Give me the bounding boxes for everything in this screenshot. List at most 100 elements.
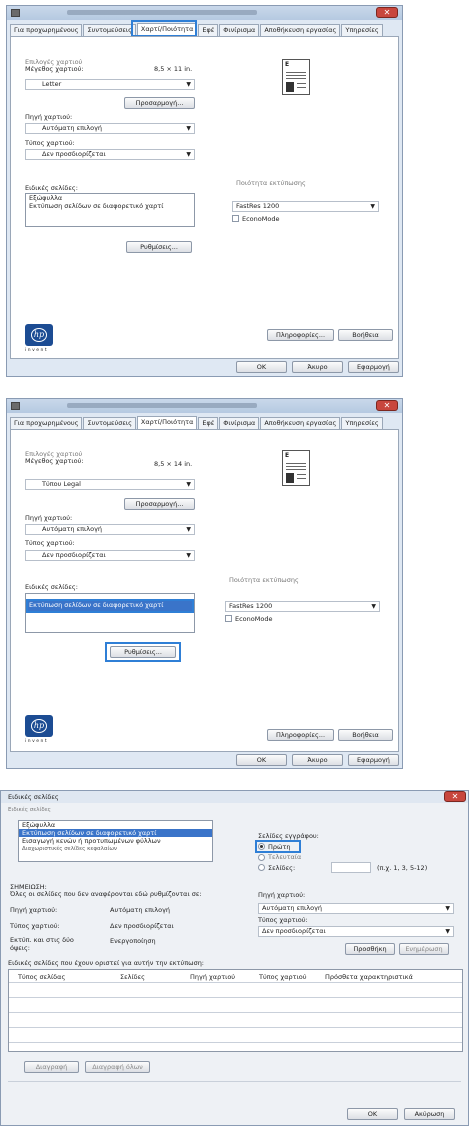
tab-job-storage[interactable]: Αποθήκευση εργασίας bbox=[260, 417, 341, 429]
paper-size-select[interactable]: Letter ▼ bbox=[25, 79, 195, 90]
tab-effects[interactable]: Εφέ bbox=[198, 24, 219, 36]
tab-effects[interactable]: Εφέ bbox=[198, 417, 219, 429]
chevron-down-icon: ▼ bbox=[370, 203, 375, 210]
tab-paper-quality[interactable]: Χαρτί/Ποιότητα bbox=[136, 416, 198, 429]
paper-type-label: Τύπος χαρτιού: bbox=[10, 922, 60, 930]
tab-shortcuts[interactable]: Συντομεύσεις bbox=[83, 24, 136, 36]
cancel-button[interactable]: Άκυρο bbox=[292, 754, 343, 766]
about-button[interactable]: Πληροφορίες... bbox=[267, 729, 334, 741]
econo-mode-checkbox[interactable] bbox=[225, 615, 232, 622]
tab-panel: Επιλογές χαρτιού Μέγεθος χαρτιού: 8,5 × … bbox=[10, 429, 399, 752]
radio-pages[interactable] bbox=[258, 864, 265, 871]
tab-services[interactable]: Υπηρεσίες bbox=[341, 417, 383, 429]
paper-type-select[interactable]: Δεν προσδιορίζεται ▼ bbox=[25, 550, 195, 561]
special-pages-group: Ειδικές σελίδες bbox=[8, 807, 51, 813]
about-button[interactable]: Πληροφορίες... bbox=[267, 329, 334, 341]
tab-job-storage[interactable]: Αποθήκευση εργασίας bbox=[260, 24, 341, 36]
paper-type-label: Τύπος χαρτιού: bbox=[25, 139, 75, 147]
paper-type-select[interactable]: Δεν προσδιορίζεται ▼ bbox=[25, 149, 195, 160]
close-icon[interactable]: ✕ bbox=[444, 791, 466, 802]
column-header-pages[interactable]: Σελίδες bbox=[120, 973, 145, 981]
paper-source-label: Πηγή χαρτιού: bbox=[25, 514, 73, 522]
note-text: Όλες οι σελίδες που δεν αναφέρονται εδώ … bbox=[10, 890, 202, 898]
paper-size-select[interactable]: Τύπου Legal ▼ bbox=[25, 479, 195, 490]
hp-logo: hp bbox=[25, 324, 53, 346]
cancel-button[interactable]: Άκυρο bbox=[292, 361, 343, 373]
page-preview-icon: E bbox=[282, 59, 310, 95]
delete-button[interactable]: Διαγραφή bbox=[24, 1061, 79, 1073]
list-item[interactable]: Διαχωριστικές σελίδες κεφαλαίων bbox=[19, 845, 212, 853]
row-divider bbox=[9, 997, 462, 998]
list-item[interactable]: Εξώφυλλα bbox=[19, 821, 212, 829]
print-quality-group: Ποιότητα εκτύπωσης bbox=[229, 576, 299, 584]
paper-size-label: Μέγεθος χαρτιού: bbox=[25, 457, 84, 465]
chevron-down-icon: ▼ bbox=[186, 151, 191, 158]
duplex-label: Εκτύπ. και στις δύο όψεις: bbox=[10, 936, 74, 952]
custom-size-button[interactable]: Προσαρμογή... bbox=[124, 97, 195, 109]
special-pages-dialog: Ειδικές σελίδες ✕ Ειδικές σελίδες Εξώφυλ… bbox=[0, 790, 469, 1126]
ok-button[interactable]: OK bbox=[347, 1108, 398, 1120]
close-icon[interactable]: ✕ bbox=[376, 400, 398, 411]
blurred-window-title bbox=[67, 10, 257, 15]
delete-all-button[interactable]: Διαγραφή όλων bbox=[85, 1061, 150, 1073]
help-button[interactable]: Βοήθεια bbox=[338, 729, 393, 741]
print-quality-value: FastRes 1200 bbox=[229, 602, 273, 610]
tab-highlight bbox=[131, 20, 197, 37]
right-paper-type-select[interactable]: Δεν προσδιορίζεται ▼ bbox=[258, 926, 454, 937]
printer-app-icon bbox=[11, 402, 20, 410]
tab-finishing[interactable]: Φινίρισμα bbox=[219, 417, 260, 429]
right-paper-source-label: Πηγή χαρτιού: bbox=[258, 891, 306, 899]
radio-last[interactable] bbox=[258, 854, 265, 861]
add-button[interactable]: Προσθήκη bbox=[345, 943, 395, 955]
settings-button[interactable]: Ρυθμίσεις... bbox=[126, 241, 192, 253]
list-selection-highlight bbox=[26, 599, 194, 613]
column-header-paper-type[interactable]: Τύπος χαρτιού bbox=[259, 973, 307, 981]
close-icon[interactable]: ✕ bbox=[376, 7, 398, 18]
special-pages-list[interactable]: Εξώφυλλα Εκτύπωση σελίδων σε διαφορετικό… bbox=[25, 193, 195, 227]
custom-size-button[interactable]: Προσαρμογή... bbox=[124, 498, 195, 510]
apply-button[interactable]: Εφαρμογή bbox=[348, 361, 399, 373]
invent-tagline: invent bbox=[25, 348, 49, 353]
window-titlebar: ✕ bbox=[7, 6, 402, 20]
blurred-window-title bbox=[67, 403, 257, 408]
print-quality-select[interactable]: FastRes 1200 ▼ bbox=[232, 201, 379, 212]
help-button[interactable]: Βοήθεια bbox=[338, 329, 393, 341]
pages-input[interactable] bbox=[331, 862, 371, 873]
duplex-value: Ενεργοποίηση bbox=[110, 937, 156, 945]
tab-services[interactable]: Υπηρεσίες bbox=[341, 24, 383, 36]
paper-size-dims: 8,5 × 14 in. bbox=[154, 460, 193, 468]
paper-source-select[interactable]: Αυτόματη επιλογή ▼ bbox=[25, 524, 195, 535]
ok-button[interactable]: OK bbox=[236, 361, 287, 373]
print-quality-select[interactable]: FastRes 1200 ▼ bbox=[225, 601, 380, 612]
special-pages-label: Ειδικές σελίδες: bbox=[25, 583, 78, 591]
right-paper-source-select[interactable]: Αυτόματη επιλογή ▼ bbox=[258, 903, 454, 914]
list-item[interactable]: Εξώφυλλα bbox=[26, 194, 194, 202]
special-pages-table[interactable]: Τύπος σελίδας Σελίδες Πηγή χαρτιού Τύπος… bbox=[8, 969, 463, 1052]
radio-last-label: Τελευταία bbox=[268, 853, 302, 861]
special-pages-label: Ειδικές σελίδες: bbox=[25, 184, 78, 192]
list-item[interactable]: Εκτύπωση σελίδων σε διαφορετικό χαρτί bbox=[26, 202, 194, 210]
econo-mode-label: EconoMode bbox=[242, 215, 280, 223]
paper-size-value: Letter bbox=[42, 80, 62, 88]
paper-source-select[interactable]: Αυτόματη επιλογή ▼ bbox=[25, 123, 195, 134]
update-button[interactable]: Ενημέρωση bbox=[399, 943, 449, 955]
column-header-page-type[interactable]: Τύπος σελίδας bbox=[18, 973, 65, 981]
paper-type-value: Δεν προσδιορίζεται bbox=[42, 551, 106, 559]
cancel-button[interactable]: Ακύρωση bbox=[404, 1108, 455, 1120]
tab-advanced[interactable]: Για προχωρημένους bbox=[10, 417, 83, 429]
tab-advanced[interactable]: Για προχωρημένους bbox=[10, 24, 83, 36]
apply-button[interactable]: Εφαρμογή bbox=[348, 754, 399, 766]
paper-type-label: Τύπος χαρτιού: bbox=[25, 539, 75, 547]
right-paper-type-value: Δεν προσδιορίζεται bbox=[262, 927, 326, 935]
list-item[interactable]: Εισαγωγή κενών ή προτυπωμένων φύλλων bbox=[19, 837, 212, 845]
tab-finishing[interactable]: Φινίρισμα bbox=[219, 24, 260, 36]
window-titlebar: ✕ bbox=[7, 399, 402, 413]
table-caption: Ειδικές σελίδες που έχουν οριστεί για αυ… bbox=[8, 959, 204, 967]
tab-shortcuts[interactable]: Συντομεύσεις bbox=[83, 417, 136, 429]
special-pages-type-list[interactable]: Εξώφυλλα Εκτύπωση σελίδων σε διαφορετικό… bbox=[18, 820, 213, 862]
ok-button[interactable]: OK bbox=[236, 754, 287, 766]
column-header-extra-features[interactable]: Πρόσθετα χαρακτηριστικά bbox=[325, 973, 413, 981]
column-header-paper-source[interactable]: Πηγή χαρτιού bbox=[190, 973, 235, 981]
econo-mode-checkbox[interactable] bbox=[232, 215, 239, 222]
list-item-selected[interactable]: Εκτύπωση σελίδων σε διαφορετικό χαρτί bbox=[19, 829, 212, 837]
